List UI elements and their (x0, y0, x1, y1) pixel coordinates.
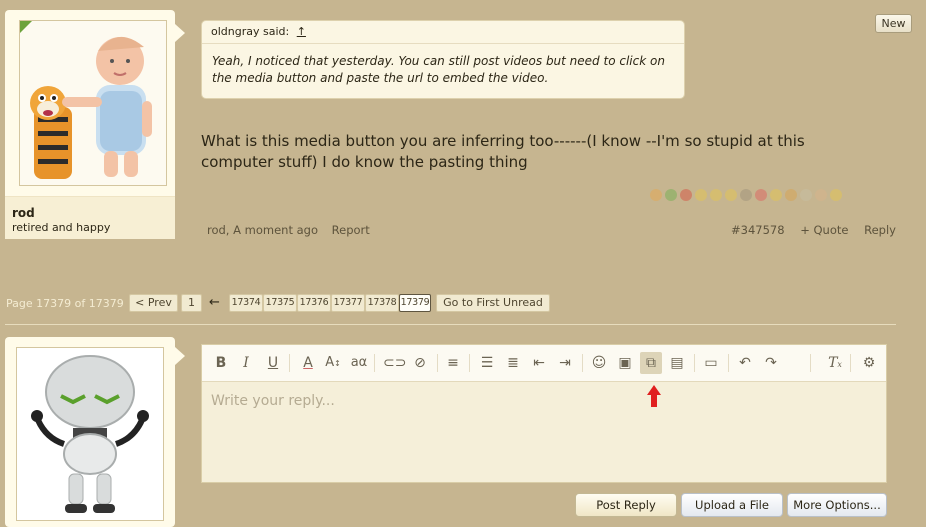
avatar-image-baby-tiger (30, 36, 152, 179)
indent-icon[interactable]: ⇥ (554, 352, 576, 374)
page-label: Page 17379 of 17379 (6, 297, 124, 310)
font-size-icon[interactable]: A↕ (322, 352, 344, 374)
font-family-icon[interactable]: aα (348, 352, 370, 374)
new-badge[interactable]: New (875, 14, 912, 33)
user-title: retired and happy (12, 221, 111, 234)
post-meta: rod, A moment ago Report (207, 223, 370, 237)
divider (5, 324, 896, 325)
page-link[interactable]: 17375 (263, 294, 297, 312)
reply-user-card (5, 337, 185, 527)
toolbar-separator (437, 354, 438, 372)
media-icon[interactable]: ⧉ (640, 352, 662, 374)
report-link[interactable]: Report (332, 223, 370, 237)
quote-author: oldngray said: (211, 25, 290, 38)
numbered-list-icon[interactable]: ≣ (502, 352, 524, 374)
toggle-bbcode-icon[interactable]: ⚙ (858, 352, 880, 374)
toolbar-separator (582, 354, 583, 372)
toolbar-separator (694, 354, 695, 372)
underline-icon[interactable]: U (262, 352, 284, 374)
drafts-icon[interactable]: ▭ (700, 352, 722, 374)
reply-editor: B I U A A↕ aα ⊂⊃ ⊘ ≡ ☰ ≣ ⇤ ⇥ ☺ ▣ ⧉ ▤ ▭ ↶… (201, 344, 887, 483)
quote-link[interactable]: + Quote (800, 223, 848, 237)
italic-icon[interactable]: I (235, 352, 257, 374)
post-message: What is this media button you are inferr… (201, 132, 805, 171)
reply-link[interactable]: Reply (864, 223, 896, 237)
bulleted-list-icon[interactable]: ☰ (476, 352, 498, 374)
image-icon[interactable]: ▣ (614, 352, 636, 374)
user-info: rod retired and happy (5, 196, 175, 239)
toolbar-separator (289, 354, 290, 372)
remove-format-icon[interactable]: Tx (824, 352, 846, 374)
post-author-time[interactable]: rod, A moment ago (207, 223, 318, 237)
undo-icon[interactable]: ↶ (734, 352, 756, 374)
align-icon[interactable]: ≡ (442, 352, 464, 374)
upload-file-button[interactable]: Upload a File (681, 493, 783, 517)
outdent-icon[interactable]: ⇤ (528, 352, 550, 374)
smilies-icon[interactable]: ☺ (588, 352, 610, 374)
reply-input[interactable]: Write your reply... (211, 393, 335, 409)
toolbar-separator (850, 354, 851, 372)
reaction-icons (650, 186, 890, 202)
more-options-button[interactable]: More Options... (787, 493, 887, 517)
code-icon[interactable]: ▤ (666, 352, 688, 374)
redo-icon[interactable]: ↷ (760, 352, 782, 374)
back-arrow-icon[interactable]: ← (209, 295, 220, 310)
red-arrow-annotation-icon (647, 385, 661, 407)
first-page-button[interactable]: 1 (181, 294, 202, 312)
page-link[interactable]: 17376 (297, 294, 331, 312)
user-avatar[interactable] (19, 20, 167, 186)
quote-text: Yeah, I noticed that yesterday. You can … (212, 54, 665, 85)
page-link[interactable]: 17377 (331, 294, 365, 312)
toolbar-separator (728, 354, 729, 372)
toolbar-separator (469, 354, 470, 372)
unlink-icon[interactable]: ⊘ (409, 352, 431, 374)
post-number-link[interactable]: #347578 (731, 223, 785, 237)
post-reply-button[interactable]: Post Reply (575, 493, 677, 517)
post-actions: #347578 + Quote Reply (731, 223, 908, 237)
reply-avatar[interactable] (16, 347, 164, 521)
quote-block: oldngray said: ↑ Yeah, I noticed that ye… (201, 20, 685, 99)
online-indicator (20, 21, 32, 33)
first-unread-button[interactable]: Go to First Unread (436, 294, 550, 312)
avatar-image-robot (31, 355, 149, 513)
quote-header: oldngray said: ↑ (202, 21, 684, 44)
link-icon[interactable]: ⊂⊃ (383, 352, 406, 374)
page-link[interactable]: 17374 (229, 294, 263, 312)
user-name[interactable]: rod (12, 206, 35, 220)
text-color-icon[interactable]: A (297, 352, 319, 374)
page-link[interactable]: 17378 (365, 294, 399, 312)
prev-page-button[interactable]: < Prev (129, 294, 178, 312)
toolbar-separator (374, 354, 375, 372)
post-user-card: rod retired and happy (5, 10, 185, 239)
editor-toolbar: B I U A A↕ aα ⊂⊃ ⊘ ≡ ☰ ≣ ⇤ ⇥ ☺ ▣ ⧉ ▤ ▭ ↶… (202, 345, 886, 382)
current-page[interactable]: 17379 (399, 294, 431, 312)
bold-icon[interactable]: B (210, 352, 232, 374)
toolbar-separator (810, 354, 811, 372)
quote-jump-link[interactable]: ↑ (297, 25, 306, 38)
